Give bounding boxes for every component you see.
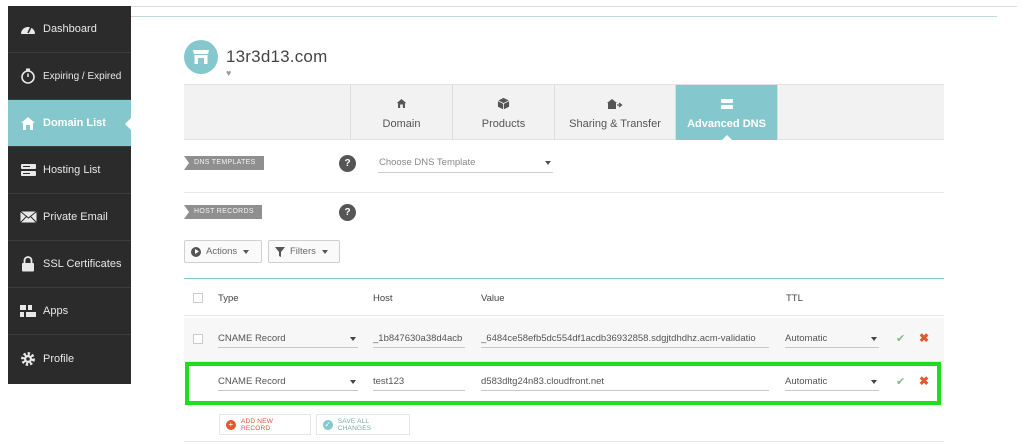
highlight-box [185,362,941,405]
dashboard-icon [19,21,37,37]
transfer-icon [607,96,623,112]
sidebar-item-label: Hosting List [43,164,101,176]
domain-header: 13r3d13.com [184,40,327,74]
timer-icon [19,68,37,84]
sidebar-item-label: Profile [43,352,75,365]
tab-label: Products [481,117,526,130]
sidebar-item-apps[interactable]: Apps [8,288,131,335]
tab-label: Advanced DNS [687,117,766,130]
server-icon [19,162,37,178]
chevron-down-icon [871,337,877,341]
sidebar-item-profile[interactable]: Profile [8,335,131,382]
column-header-value: Value [481,293,505,304]
row-checkbox[interactable] [193,334,203,344]
domain-tabs: Domain Products Sharing & Transfer Advan… [184,84,944,141]
delete-record-icon[interactable]: ✖ [919,331,929,345]
sidebar-item-hosting-list[interactable]: Hosting List [8,147,131,194]
filters-label: Filters [290,246,316,257]
box-icon [497,96,510,112]
sidebar-item-label: Apps [43,305,69,317]
column-header-ttl: TTL [786,293,803,304]
sidebar-item-label: SSL Certificates [43,258,122,270]
save-record-icon[interactable]: ✔ [896,332,905,345]
host-records-label: HOST RECORDS [184,205,262,219]
column-header-type: Type [218,293,239,304]
record-type-value: CNAME Record [218,333,286,344]
add-new-record-label: ADD NEW RECORD [240,417,274,432]
value-input[interactable]: _6484ce58efb5dc554df1acdb36932858.sdgjtd… [481,331,769,348]
sidebar-item-label: Private Email [43,211,108,223]
play-circle-icon [191,246,201,257]
sidebar-item-label: Dashboard [43,23,97,35]
save-all-changes-label: SAVE ALL CHANGES [337,417,372,432]
records-table-header: Type Host Value TTL [184,278,944,316]
shop-icon [184,40,218,74]
apps-icon [19,303,37,319]
sidebar-item-expiring[interactable]: Expiring / Expired [8,53,131,100]
sidebar-item-dashboard[interactable]: Dashboard [8,6,131,53]
tab-divider [777,85,778,140]
actions-label: Actions [206,246,238,257]
tab-products[interactable]: Products [452,85,554,140]
lock-icon [19,256,37,272]
gear-icon [19,351,37,367]
dns-templates-help-icon[interactable]: ? [339,155,356,172]
check-icon: ✓ [323,419,333,430]
chevron-down-icon [243,249,250,254]
select-placeholder: Choose DNS Template [379,157,476,168]
tab-domain[interactable]: Domain [350,85,452,140]
chevron-down-icon [545,161,551,165]
actions-button[interactable]: Actions [184,240,262,263]
favorite-icon[interactable]: ♥ [226,68,231,78]
save-all-changes-button[interactable]: ✓ SAVE ALL CHANGES [316,414,410,435]
dns-templates-label: DNS TEMPLATES [184,156,264,170]
ttl-value: Automatic [785,333,828,344]
add-new-record-button[interactable]: + ADD NEW RECORD [219,414,311,435]
sidebar-item-label: Domain List [43,117,106,129]
tab-advanced-dns[interactable]: Advanced DNS [675,85,777,141]
sidebar: Dashboard Expiring / Expired Domain List… [8,6,132,384]
top-border [131,6,1017,7]
envelope-icon [19,209,37,225]
home-icon [19,115,37,131]
plus-icon: + [226,419,236,430]
header-divider [131,16,997,17]
tab-label: Domain [382,117,421,130]
domain-name: 13r3d13.com [226,47,328,66]
host-records-help-icon[interactable]: ? [339,204,356,221]
tab-label: Sharing & Transfer [569,117,661,130]
column-header-host: Host [373,293,393,304]
table-bottom-border [184,441,944,442]
sidebar-item-ssl-certificates[interactable]: SSL Certificates [8,241,131,288]
home-icon [396,96,407,112]
dns-icon [720,96,734,112]
sidebar-item-private-email[interactable]: Private Email [8,194,131,241]
sidebar-item-label: Expiring / Expired [43,70,122,82]
chevron-down-icon [321,249,328,254]
host-input[interactable]: _1b847630a38d4acb [373,331,465,348]
sidebar-item-domain-list[interactable]: Domain List [8,100,132,147]
record-type-select[interactable]: CNAME Record [218,331,358,348]
select-all-checkbox[interactable] [193,293,203,303]
chevron-down-icon [350,337,356,341]
table-row: CNAME Record _1b847630a38d4acb _6484ce58… [184,318,944,362]
section-divider [184,192,944,193]
dns-template-select[interactable]: Choose DNS Template [378,156,553,173]
tab-sharing-transfer[interactable]: Sharing & Transfer [554,85,675,140]
filter-icon [275,246,285,257]
filters-button[interactable]: Filters [268,240,340,263]
ttl-select[interactable]: Automatic [785,331,879,348]
